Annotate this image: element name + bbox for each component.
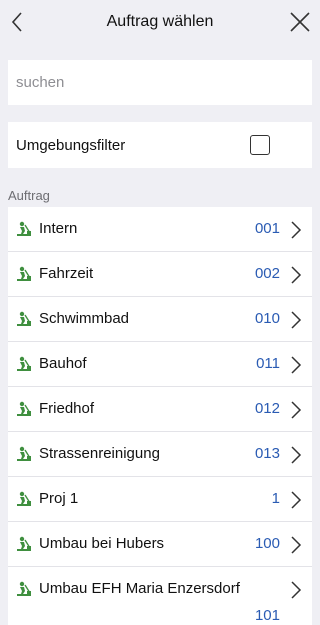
job-row[interactable]: Proj 1 1	[8, 477, 312, 522]
chevron-right-icon	[291, 581, 302, 599]
filter-row[interactable]: Umgebungsfilter	[8, 122, 312, 168]
construction-worker-icon	[17, 581, 31, 596]
nav-bar: Auftrag wählen	[0, 0, 320, 44]
section-header: Auftrag	[8, 188, 50, 203]
chevron-right-icon	[291, 356, 302, 374]
construction-worker-icon	[17, 266, 31, 281]
job-name: Schwimmbad	[39, 310, 130, 327]
chevron-right-icon	[291, 446, 302, 464]
construction-worker-icon	[17, 311, 31, 326]
job-row[interactable]: Strassenreinigung 013	[8, 432, 312, 477]
filter-checkbox[interactable]	[250, 135, 270, 155]
job-code: 010	[254, 310, 280, 327]
job-code: 013	[254, 445, 280, 462]
chevron-right-icon	[291, 401, 302, 419]
construction-worker-icon	[17, 221, 31, 236]
job-code: 011	[256, 355, 280, 372]
job-row[interactable]: Bauhof 011	[8, 342, 312, 387]
job-list: Intern 001 Fahrzeit 002 Schwimmbad 010 B…	[8, 207, 312, 625]
construction-worker-icon	[17, 491, 31, 506]
search-input[interactable]	[16, 60, 312, 105]
job-row[interactable]: Umbau bei Hubers 100	[8, 522, 312, 567]
job-name: Umbau bei Hubers	[39, 535, 165, 552]
job-code: 012	[254, 400, 280, 417]
chevron-right-icon	[291, 491, 302, 509]
chevron-right-icon	[291, 311, 302, 329]
job-name: Strassenreinigung	[39, 445, 160, 462]
construction-worker-icon	[17, 401, 31, 416]
job-name: Fahrzeit	[39, 265, 94, 282]
job-name: Proj 1	[39, 490, 79, 507]
job-row[interactable]: Intern 001	[8, 207, 312, 252]
chevron-left-icon[interactable]	[6, 10, 30, 34]
job-code: 101	[254, 607, 280, 624]
job-row[interactable]: Schwimmbad 010	[8, 297, 312, 342]
chevron-right-icon	[291, 266, 302, 284]
job-code: 100	[254, 535, 280, 552]
page-title: Auftrag wählen	[106, 13, 214, 30]
job-name: Intern	[39, 220, 78, 237]
construction-worker-icon	[17, 446, 31, 461]
chevron-right-icon	[291, 536, 302, 554]
job-name: Bauhof	[39, 355, 87, 372]
search-box	[8, 60, 312, 105]
job-code: 001	[254, 220, 280, 237]
job-name: Friedhof	[39, 400, 95, 417]
job-name: Umbau EFH Maria Enzersdorf	[39, 580, 240, 597]
construction-worker-icon	[17, 356, 31, 371]
construction-worker-icon	[17, 536, 31, 551]
job-row[interactable]: Fahrzeit 002	[8, 252, 312, 297]
chevron-right-icon	[291, 221, 302, 239]
job-row[interactable]: Umbau EFH Maria Enzersdorf 101	[8, 567, 312, 625]
job-code: 002	[254, 265, 280, 282]
job-row[interactable]: Friedhof 012	[8, 387, 312, 432]
job-code: 1	[271, 490, 280, 507]
filter-label: Umgebungsfilter	[16, 136, 126, 154]
close-icon[interactable]	[288, 10, 312, 34]
